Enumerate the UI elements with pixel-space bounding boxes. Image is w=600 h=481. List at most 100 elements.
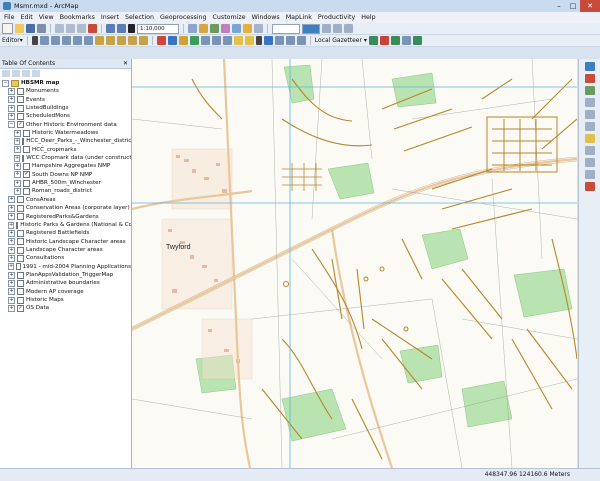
expand-icon[interactable]: + <box>8 113 15 121</box>
collapse-icon[interactable]: − <box>2 79 9 87</box>
edit-tool-icon[interactable] <box>31 36 38 45</box>
catalog-dock-icon[interactable] <box>585 62 595 71</box>
layer-visibility-checkbox[interactable] <box>17 204 24 212</box>
layer-visibility-checkbox[interactable] <box>23 163 30 171</box>
toc-layer-row[interactable]: + RegisteredParks&Gardens <box>0 213 131 221</box>
dock-tool-8-icon[interactable] <box>585 146 595 155</box>
dock-tool-5-icon[interactable] <box>585 110 595 119</box>
map-view[interactable]: Twyford <box>132 59 577 468</box>
layer-visibility-checkbox[interactable] <box>22 154 25 162</box>
results-dock-icon[interactable] <box>585 86 595 95</box>
expand-icon[interactable]: + <box>8 238 15 246</box>
expand-icon[interactable]: + <box>8 288 15 296</box>
layer-visibility-checkbox[interactable] <box>17 296 24 304</box>
cut-icon[interactable] <box>55 24 64 33</box>
menu-customize[interactable]: Customize <box>213 14 246 21</box>
expand-icon[interactable]: + <box>14 146 21 154</box>
gazetteer-tool-3-icon[interactable] <box>390 36 400 45</box>
delete-icon[interactable] <box>88 24 97 33</box>
attributes-icon[interactable] <box>116 36 126 45</box>
annotation-tool-icon[interactable] <box>39 36 49 45</box>
menu-file[interactable]: File <box>4 14 15 21</box>
minimize-button[interactable]: – <box>552 0 566 12</box>
list-by-source-icon[interactable] <box>12 70 20 77</box>
layer-visibility-checkbox[interactable] <box>17 246 24 254</box>
list-by-selection-icon[interactable] <box>32 70 40 77</box>
toc-layer-row[interactable]: + Roman_roads_district <box>0 187 131 196</box>
toc-layer-row[interactable]: + Landscape Character areas <box>0 246 131 254</box>
expand-icon[interactable]: + <box>8 96 15 104</box>
clear-selection-icon[interactable] <box>244 36 254 45</box>
menu-geoprocessing[interactable]: Geoprocessing <box>160 14 207 21</box>
expand-icon[interactable]: + <box>8 271 15 279</box>
toc-layer-row[interactable]: − ✓ Other Historic Environment data <box>0 121 131 129</box>
menu-insert[interactable]: Insert <box>101 14 119 21</box>
gazetteer-tool-5-icon[interactable] <box>412 36 422 45</box>
previous-extent-icon[interactable] <box>211 36 221 45</box>
expand-icon[interactable]: + <box>8 304 15 312</box>
toc-layer-row[interactable]: + ✓ South Downs NP NMP <box>0 171 131 179</box>
layer-visibility-checkbox[interactable] <box>23 146 30 154</box>
layer-visibility-checkbox[interactable]: ✓ <box>17 304 24 312</box>
collapse-icon[interactable]: − <box>8 121 15 129</box>
layer-visibility-checkbox[interactable] <box>17 288 24 296</box>
identify-icon[interactable] <box>263 36 273 45</box>
dock-tool-11-icon[interactable] <box>585 182 595 191</box>
layer-visibility-checkbox[interactable] <box>17 279 24 287</box>
local-gazetteer-menu[interactable]: Local Gazetteer ▾ <box>315 37 367 44</box>
toc-layer-row[interactable]: + Conservation Areas (corporate layer) <box>0 204 131 212</box>
toc-layer-row[interactable]: + Events <box>0 96 131 104</box>
expand-icon[interactable]: + <box>8 213 15 221</box>
close-button[interactable]: ✕ <box>580 0 600 12</box>
add-data-icon[interactable] <box>128 24 135 33</box>
editor-menu[interactable]: Editor▾ <box>2 37 23 44</box>
expand-icon[interactable]: + <box>8 221 15 229</box>
map-canvas[interactable]: Twyford <box>132 59 577 468</box>
catalog-icon[interactable] <box>199 24 208 33</box>
layer-visibility-checkbox[interactable]: ✓ <box>23 171 30 179</box>
toc-layer-row[interactable]: + ListedBuildings <box>0 104 131 112</box>
layer-dropdown[interactable] <box>272 23 300 34</box>
arctoolbox-icon[interactable] <box>221 24 230 33</box>
layer-visibility-checkbox[interactable] <box>16 263 21 271</box>
expand-icon[interactable]: + <box>8 254 15 262</box>
layer-visibility-checkbox[interactable]: ✓ <box>17 121 24 129</box>
expand-icon[interactable]: + <box>8 246 15 254</box>
zoom-in-icon[interactable] <box>156 36 166 45</box>
selection-dropdown[interactable] <box>302 23 320 34</box>
toc-layer-row[interactable]: + Historic Parks & Gardens (National & Co… <box>0 221 131 229</box>
search-window-icon[interactable] <box>243 24 252 33</box>
list-by-visibility-icon[interactable] <box>22 70 30 77</box>
layer-visibility-checkbox[interactable] <box>17 113 24 121</box>
list-by-drawing-order-icon[interactable] <box>2 70 10 77</box>
fixed-zoom-icon[interactable] <box>200 36 210 45</box>
layer-visibility-checkbox[interactable] <box>17 271 24 279</box>
layer-visibility-checkbox[interactable] <box>17 229 24 237</box>
select-features-icon[interactable] <box>233 36 243 45</box>
rotate-tool-icon[interactable] <box>105 36 115 45</box>
layer-visibility-checkbox[interactable] <box>17 104 24 112</box>
paste-icon[interactable] <box>77 24 86 33</box>
toc-layer-row[interactable]: + Hampshire Aggregates NMP <box>0 162 131 171</box>
straight-segment-icon[interactable] <box>50 36 60 45</box>
maximize-button[interactable]: □ <box>566 0 580 12</box>
expand-icon[interactable]: + <box>14 179 21 187</box>
menu-maplink[interactable]: MapLink <box>286 14 312 21</box>
layer-visibility-checkbox[interactable] <box>23 179 30 187</box>
expand-icon[interactable]: + <box>14 129 21 137</box>
map-scale-input[interactable]: 1:10,000 <box>137 23 179 34</box>
dock-tool-4-icon[interactable] <box>585 98 595 107</box>
layer-visibility-checkbox[interactable] <box>17 238 24 246</box>
layer-visibility-checkbox[interactable] <box>17 254 24 262</box>
editor-toolbar-icon[interactable] <box>188 24 197 33</box>
dock-tool-7-icon[interactable] <box>585 134 595 143</box>
expand-icon[interactable]: + <box>14 188 21 196</box>
menu-bookmarks[interactable]: Bookmarks <box>60 14 95 21</box>
toc-layer-row[interactable]: + ScheduledMons <box>0 112 131 121</box>
toc-layer-row[interactable]: + Monuments <box>0 87 131 96</box>
layer-visibility-checkbox[interactable] <box>23 188 30 196</box>
expand-icon[interactable]: + <box>8 88 15 96</box>
toc-layer-row[interactable]: + Modern AP coverage <box>0 288 131 296</box>
next-extent-icon[interactable] <box>222 36 232 45</box>
layer-visibility-checkbox[interactable] <box>23 129 30 137</box>
